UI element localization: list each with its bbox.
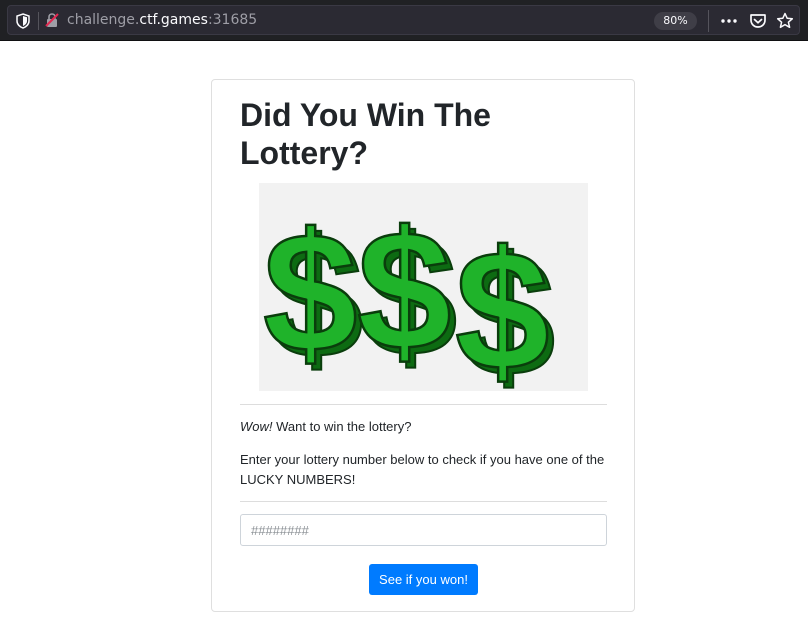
dollar-signs-image: $ $ xyxy=(259,183,588,414)
intro-emphasis: Wow! xyxy=(240,419,273,434)
url-host: ctf.games xyxy=(139,12,208,28)
bookmark-star-icon[interactable] xyxy=(775,11,795,31)
pocket-icon[interactable] xyxy=(748,11,768,31)
toolbar-separator xyxy=(708,10,709,32)
instructions-text: Enter your lottery number below to check… xyxy=(240,452,605,487)
browser-toolbar: challenge.ctf.games:31685 80% xyxy=(0,0,808,41)
url-text[interactable]: challenge.ctf.games:31685 xyxy=(67,12,257,28)
divider xyxy=(240,501,607,502)
page-title: Did You Win The Lottery? xyxy=(240,97,491,171)
divider xyxy=(240,404,607,405)
submit-button[interactable]: See if you won! xyxy=(369,564,478,595)
zoom-badge[interactable]: 80% xyxy=(654,12,697,30)
address-bar[interactable]: challenge.ctf.games:31685 80% xyxy=(7,5,800,35)
insecure-lock-icon[interactable] xyxy=(44,12,60,28)
lottery-number-input[interactable] xyxy=(240,514,607,546)
url-prefix: challenge. xyxy=(67,12,140,28)
toolbar-separator xyxy=(38,12,39,30)
intro-text: Wow! Want to win the lottery? xyxy=(240,418,607,436)
lottery-card: Did You Win The Lottery? $ $ Wow! Want t… xyxy=(211,79,635,612)
url-port: :31685 xyxy=(207,12,258,28)
more-actions-icon[interactable] xyxy=(719,11,739,31)
intro-question: Want to win the lottery? xyxy=(272,419,412,434)
tracking-shield-icon[interactable] xyxy=(16,13,30,29)
